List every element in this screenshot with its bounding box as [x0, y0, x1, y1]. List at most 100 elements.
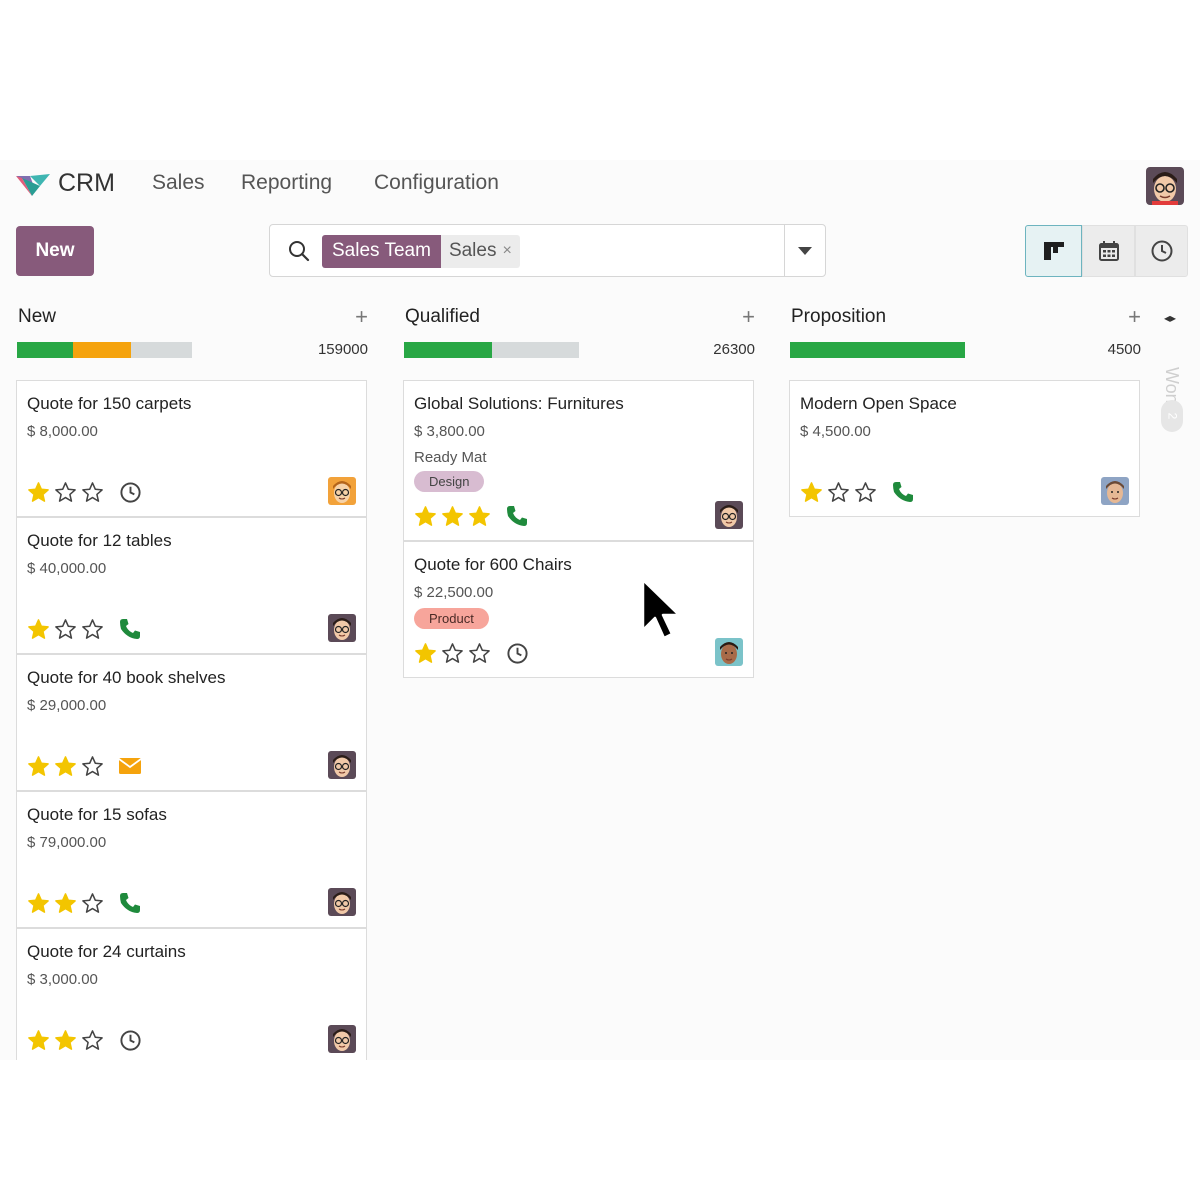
star-filled-icon[interactable]: [441, 505, 464, 528]
kanban-card[interactable]: Quote for 600 Chairs $ 22,500.00 Product: [403, 541, 754, 678]
column-add-icon[interactable]: +: [742, 304, 755, 330]
clock-icon[interactable]: [118, 1028, 142, 1052]
crm-logo-icon[interactable]: [16, 172, 50, 196]
card-title: Modern Open Space: [800, 394, 957, 413]
envelope-icon[interactable]: [118, 754, 142, 778]
progress-segment-orange[interactable]: [73, 342, 131, 358]
kanban-card[interactable]: Quote for 12 tables $ 40,000.00: [16, 517, 367, 654]
star-empty-icon[interactable]: [54, 481, 77, 504]
star-empty-icon[interactable]: [81, 481, 104, 504]
phone-icon[interactable]: [891, 480, 915, 504]
folded-count-value: 2: [1165, 412, 1179, 420]
star-empty-icon[interactable]: [54, 618, 77, 641]
star-filled-icon[interactable]: [27, 892, 50, 915]
star-empty-icon[interactable]: [441, 642, 464, 665]
calendar-icon: [1098, 241, 1119, 261]
phone-icon[interactable]: [118, 891, 142, 915]
assignee-avatar[interactable]: [328, 477, 356, 505]
card-priority-row: [27, 1028, 142, 1052]
kanban-card[interactable]: Quote for 15 sofas $ 79,000.00: [16, 791, 367, 928]
star-filled-icon[interactable]: [27, 755, 50, 778]
star-empty-icon[interactable]: [81, 1029, 104, 1052]
kanban-view-button[interactable]: [1025, 225, 1082, 277]
card-title: Quote for 15 sofas: [27, 805, 167, 824]
kanban-card[interactable]: Quote for 24 curtains $ 3,000.00: [16, 928, 367, 1060]
card-amount: $ 3,800.00: [414, 423, 485, 440]
kanban-card[interactable]: Quote for 150 carpets $ 8,000.00: [16, 380, 367, 517]
user-avatar[interactable]: [1146, 167, 1184, 205]
star-filled-icon[interactable]: [27, 1029, 50, 1052]
facet-remove-icon[interactable]: ×: [502, 240, 511, 268]
card-company: Ready Mat: [414, 449, 487, 466]
folded-column-won[interactable]: ◂▸ Won 2: [1160, 305, 1190, 445]
star-empty-icon[interactable]: [468, 642, 491, 665]
card-title: Quote for 150 carpets: [27, 394, 192, 413]
column-add-icon[interactable]: +: [355, 304, 368, 330]
phone-icon[interactable]: [505, 504, 529, 528]
column-title[interactable]: Proposition: [791, 306, 886, 328]
star-filled-icon[interactable]: [414, 642, 437, 665]
card-title: Quote for 12 tables: [27, 531, 172, 550]
column-total: 159000: [317, 341, 368, 358]
column-progress-bar[interactable]: [790, 342, 965, 358]
menu-configuration[interactable]: Configuration: [374, 171, 499, 195]
star-filled-icon[interactable]: [54, 1029, 77, 1052]
star-filled-icon[interactable]: [27, 618, 50, 641]
assignee-avatar[interactable]: [328, 751, 356, 779]
card-amount: $ 29,000.00: [27, 697, 107, 714]
star-empty-icon[interactable]: [81, 892, 104, 915]
card-amount: $ 79,000.00: [27, 834, 107, 851]
column-title[interactable]: New: [18, 306, 56, 328]
card-amount: $ 8,000.00: [27, 423, 98, 440]
star-filled-icon[interactable]: [468, 505, 491, 528]
star-empty-icon[interactable]: [827, 481, 850, 504]
star-filled-icon[interactable]: [54, 755, 77, 778]
card-amount: $ 40,000.00: [27, 560, 107, 577]
kanban-card[interactable]: Quote for 40 book shelves $ 29,000.00: [16, 654, 367, 791]
calendar-view-button[interactable]: [1082, 225, 1135, 277]
card-amount: $ 4,500.00: [800, 423, 871, 440]
menu-sales[interactable]: Sales: [152, 171, 205, 195]
kanban-card[interactable]: Global Solutions: Furnitures $ 3,800.00 Re…: [403, 380, 754, 541]
card-title: Quote for 24 curtains: [27, 942, 186, 961]
clock-icon[interactable]: [118, 480, 142, 504]
assignee-avatar[interactable]: [715, 501, 743, 529]
expand-arrows-icon[interactable]: ◂▸: [1164, 311, 1176, 325]
assignee-avatar[interactable]: [328, 614, 356, 642]
search-options-toggle[interactable]: [784, 225, 825, 276]
star-filled-icon[interactable]: [54, 892, 77, 915]
progress-segment-green[interactable]: [404, 342, 492, 358]
app-name[interactable]: CRM: [58, 169, 115, 198]
search-input[interactable]: [535, 237, 775, 265]
activity-view-button[interactable]: [1135, 225, 1188, 277]
column-total: 26300: [713, 341, 755, 358]
card-title: Quote for 40 book shelves: [27, 668, 226, 687]
phone-icon[interactable]: [118, 617, 142, 641]
clock-icon: [1151, 240, 1172, 262]
progress-segment-green[interactable]: [790, 342, 965, 358]
star-empty-icon[interactable]: [81, 755, 104, 778]
card-priority-row: [414, 641, 529, 665]
column-progress-bar[interactable]: [17, 342, 192, 358]
caret-down-icon: [798, 247, 812, 255]
menu-reporting[interactable]: Reporting: [241, 171, 332, 195]
card-priority-row: [27, 891, 142, 915]
kanban-card[interactable]: Modern Open Space $ 4,500.00: [789, 380, 1140, 517]
assignee-avatar[interactable]: [328, 888, 356, 916]
column-add-icon[interactable]: +: [1128, 304, 1141, 330]
progress-segment-green[interactable]: [17, 342, 73, 358]
assignee-avatar[interactable]: [715, 638, 743, 666]
star-filled-icon[interactable]: [414, 505, 437, 528]
star-empty-icon[interactable]: [854, 481, 877, 504]
star-filled-icon[interactable]: [27, 481, 50, 504]
column-title[interactable]: Qualified: [405, 306, 480, 328]
new-button[interactable]: New: [16, 226, 94, 276]
view-switcher: [1025, 225, 1188, 277]
clock-icon[interactable]: [505, 641, 529, 665]
assignee-avatar[interactable]: [328, 1025, 356, 1053]
assignee-avatar[interactable]: [1101, 477, 1129, 505]
card-title: Global Solutions: Furnitures: [414, 394, 624, 413]
star-empty-icon[interactable]: [81, 618, 104, 641]
column-progress-bar[interactable]: [404, 342, 579, 358]
star-filled-icon[interactable]: [800, 481, 823, 504]
